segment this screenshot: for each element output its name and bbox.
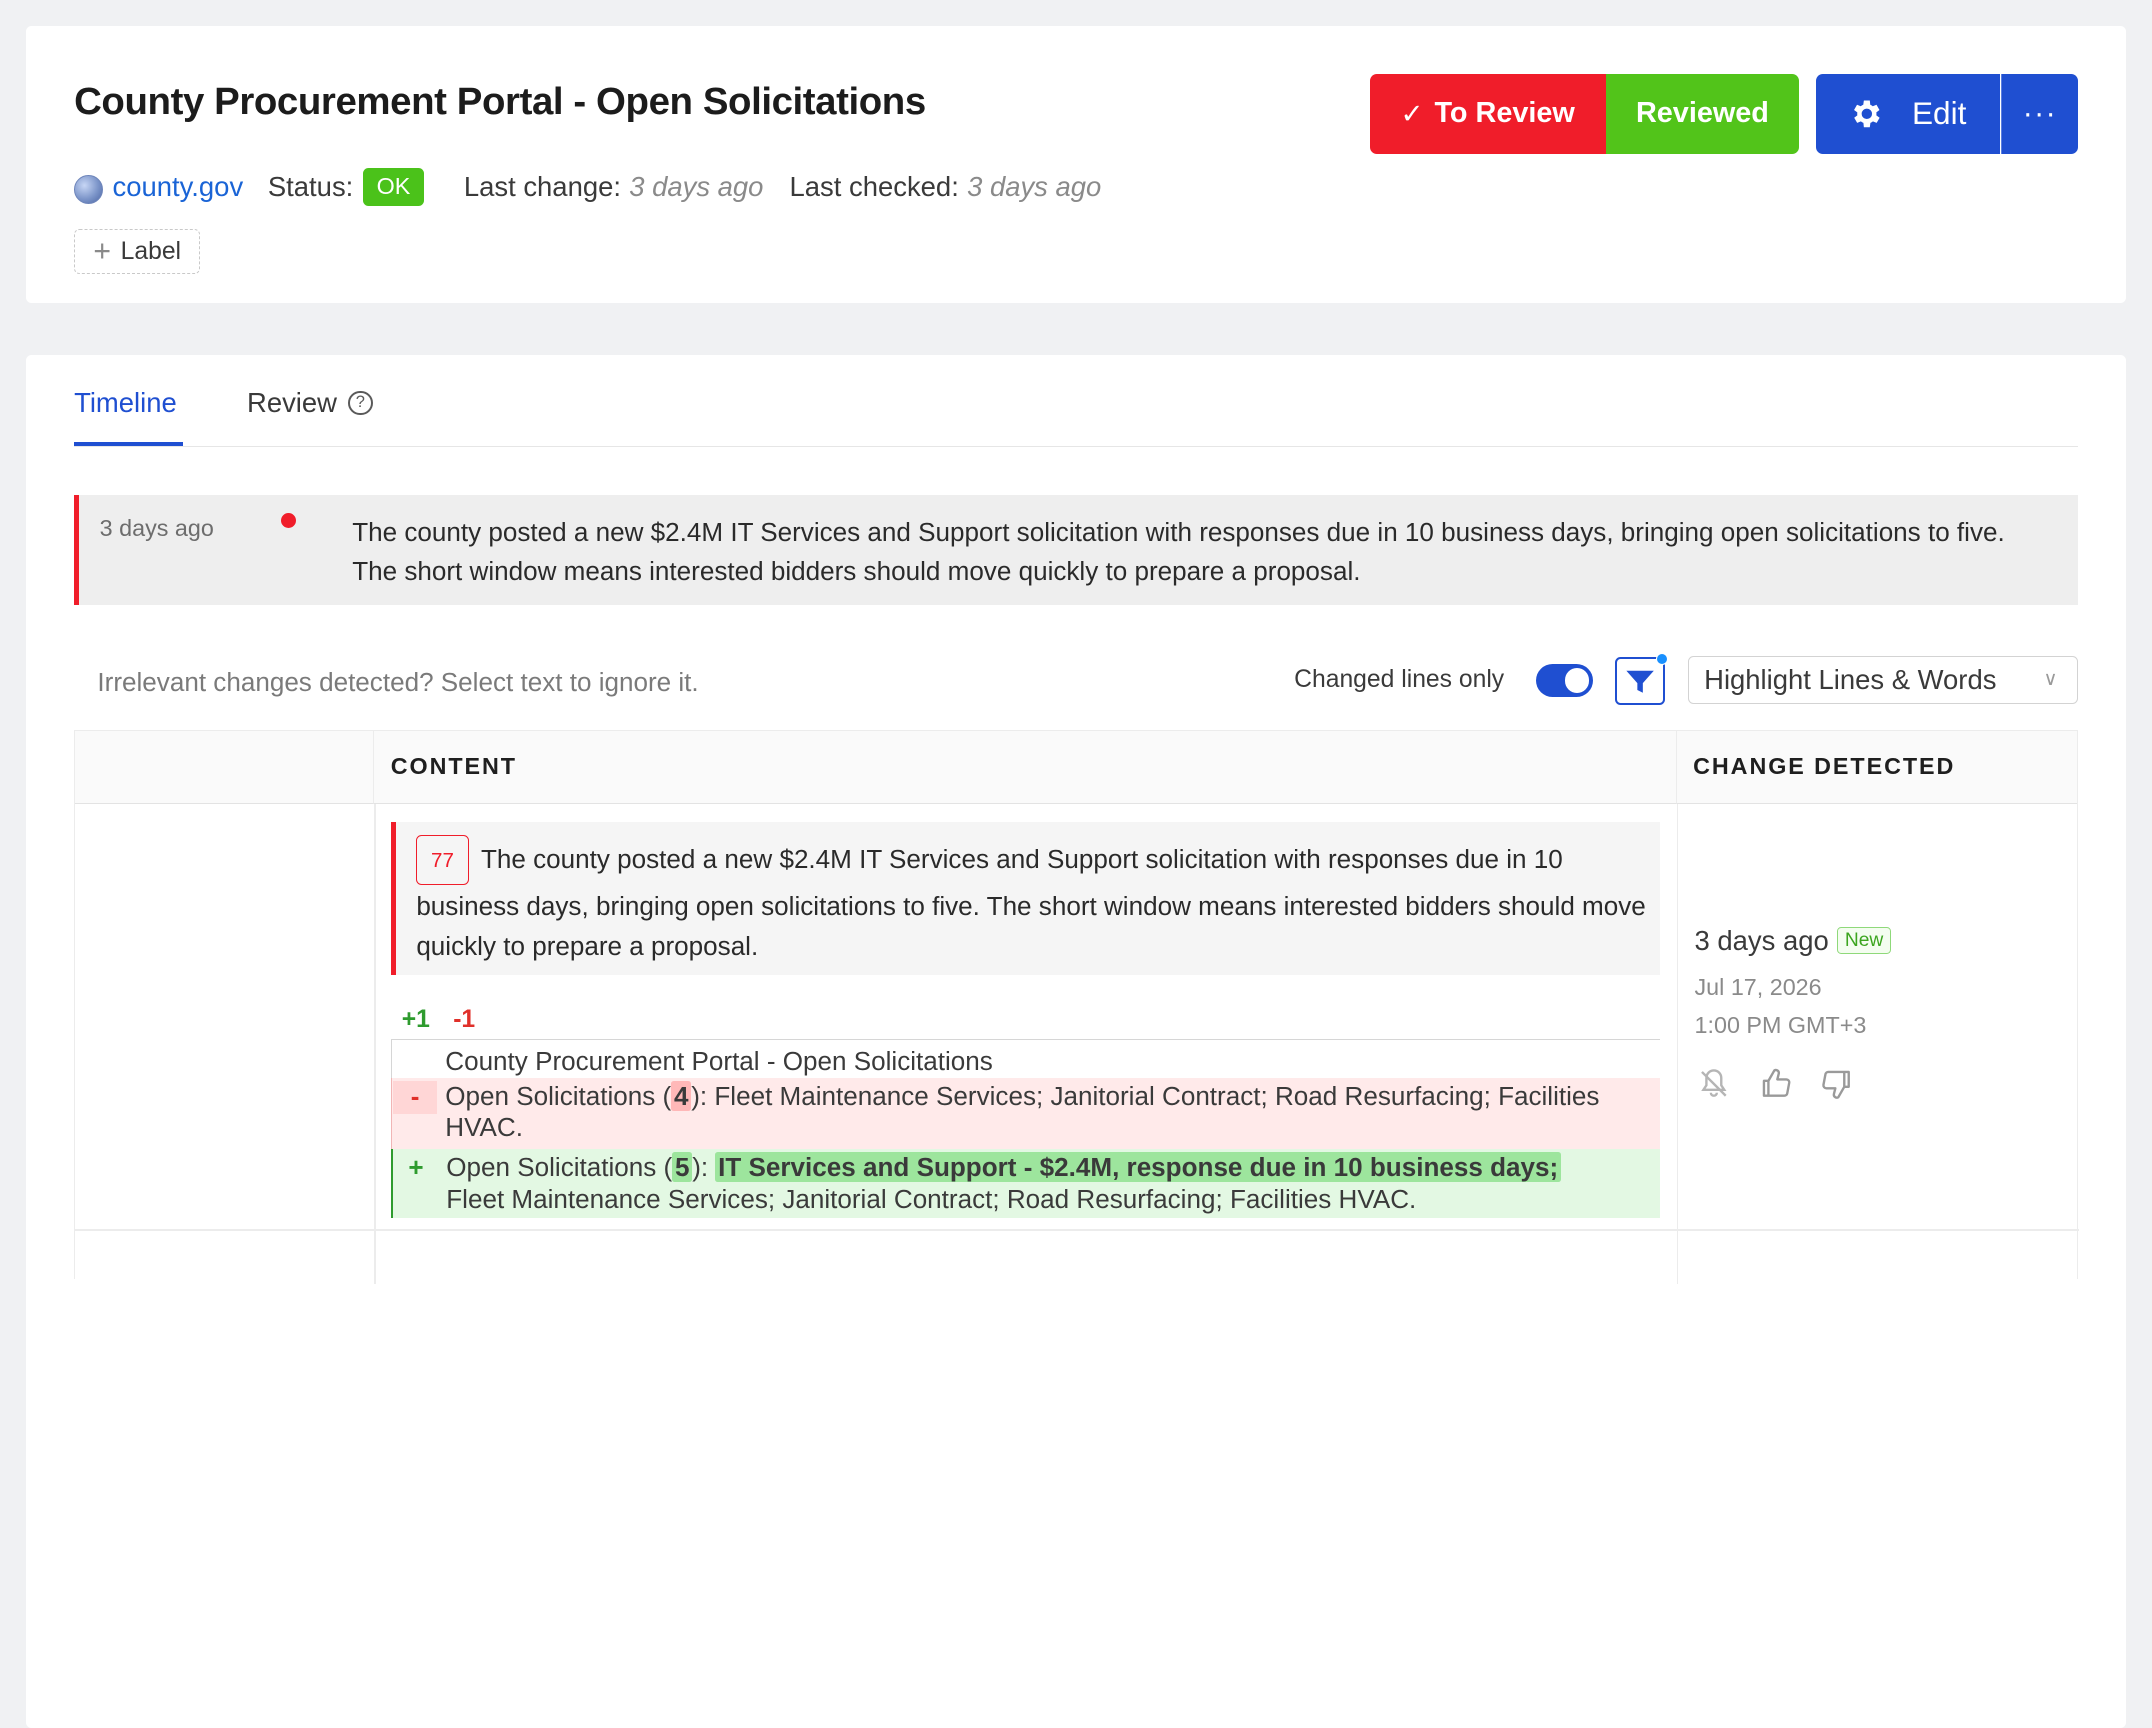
help-icon[interactable]: ? <box>347 390 373 416</box>
edit-label: Edit <box>1911 95 1967 132</box>
removed-prefix: Open Solicitations ( <box>445 1080 672 1111</box>
minus-icon: - <box>393 1080 437 1114</box>
added-mid: ): <box>692 1152 716 1182</box>
tab-timeline[interactable]: Timeline <box>74 387 177 419</box>
last-checked-value: 3 days ago <box>967 170 1102 202</box>
diff-removed-line[interactable]: - Open Solicitations (4): Fleet Maintena… <box>390 1077 1661 1150</box>
removed-lines-count: -1 <box>453 1005 476 1033</box>
chevron-down-icon: ∨ <box>2043 668 2058 690</box>
diff-view[interactable]: County Procurement Portal - Open Solicit… <box>390 1038 1661 1218</box>
column-divider <box>374 803 376 1285</box>
changed-lines-label: Changed lines only <box>1294 665 1505 693</box>
tab-timeline-label: Timeline <box>74 387 177 418</box>
tab-review-label: Review <box>247 387 337 418</box>
diff-added-line[interactable]: + Open Solicitations (5): IT Services an… <box>390 1149 1661 1218</box>
highlight-mode-value: Highlight Lines & Words <box>1704 664 1997 695</box>
added-prefix: Open Solicitations ( <box>446 1152 673 1182</box>
page-title: County Procurement Portal - Open Solicit… <box>74 79 926 123</box>
meta-row: county.gov Status: OK Last change: 3 day… <box>74 165 1127 209</box>
to-review-button[interactable]: ✓ To Review <box>1369 74 1606 154</box>
more-options-button[interactable]: ··· <box>2000 74 2078 154</box>
summary-time: 3 days ago <box>99 514 214 541</box>
diff-counts: +1 -1 <box>402 1006 475 1034</box>
change-text: The county posted a new $2.4M IT Service… <box>416 843 1646 961</box>
status-badge: OK <box>362 167 425 206</box>
added-lines-count: +1 <box>401 1005 430 1033</box>
reviewed-label: Reviewed <box>1635 97 1769 130</box>
change-count-badge: 77 <box>416 835 469 886</box>
to-review-label: To Review <box>1434 97 1575 130</box>
add-label-text: Label <box>120 237 182 265</box>
filter-button[interactable] <box>1615 652 1669 706</box>
column-header-change-detected: CHANGE DETECTED <box>1676 731 2078 804</box>
added-word: 5 <box>672 1152 693 1182</box>
changed-lines-toggle[interactable] <box>1535 664 1594 698</box>
last-checked-label: Last checked: <box>789 170 959 202</box>
detected-relative-time: 3 days ago New <box>1695 925 1892 957</box>
added-highlight: IT Services and Support - $2.4M, respons… <box>715 1152 1561 1182</box>
change-description: 77 The county posted a new $2.4M IT Servi… <box>390 821 1661 976</box>
detected-time: 1:00 PM GMT+3 <box>1694 1012 1867 1039</box>
tab-review[interactable]: Review ? <box>247 387 373 419</box>
context-text: County Procurement Portal - Open Solicit… <box>445 1046 993 1077</box>
summary-text: The county posted a new $2.4M IT Service… <box>352 517 2005 586</box>
change-summary: 3 days ago The county posted a new $2.4M… <box>74 495 2078 606</box>
timeline-card: Timeline Review ? 3 days ago The county … <box>26 355 2126 1728</box>
highlight-mode-select[interactable]: Highlight Lines & Words ∨ <box>1688 655 2078 705</box>
site-link[interactable]: county.gov <box>113 171 244 203</box>
new-badge: New <box>1837 927 1892 954</box>
last-change-label: Last change: <box>463 170 621 202</box>
last-change-value: 3 days ago <box>629 170 764 202</box>
column-header-empty <box>75 731 375 804</box>
filter-icon <box>1626 670 1654 693</box>
toggle-knob <box>1564 668 1590 694</box>
monitor-header-card: County Procurement Portal - Open Solicit… <box>26 26 2126 304</box>
globe-icon <box>74 174 103 204</box>
plus-icon: + <box>408 1152 424 1182</box>
edit-button[interactable]: Edit <box>1815 74 2000 154</box>
diff-context-line[interactable]: County Procurement Portal - Open Solicit… <box>390 1039 1660 1078</box>
ignore-hint: Irrelevant changes detected? Select text… <box>97 666 699 697</box>
added-rest: Fleet Maintenance Services; Janitorial C… <box>446 1183 1417 1214</box>
check-icon: ✓ <box>1400 97 1424 129</box>
changes-table: CONTENT CHANGE DETECTED 77 The county pos… <box>74 730 2079 1285</box>
plus-icon: + <box>93 234 112 268</box>
mute-bell-icon[interactable] <box>1695 1065 1733 1103</box>
filter-active-dot <box>1655 652 1669 665</box>
unread-dot-icon <box>280 513 296 529</box>
tab-bar: Timeline Review ? <box>74 355 2078 448</box>
thumbs-down-icon[interactable] <box>1818 1065 1856 1103</box>
detected-relative: 3 days ago <box>1694 924 1829 956</box>
removed-word: 4 <box>671 1080 692 1111</box>
gear-icon <box>1853 100 1880 128</box>
reviewed-button[interactable]: Reviewed <box>1605 74 1800 154</box>
thumbs-up-icon[interactable] <box>1756 1065 1794 1103</box>
column-divider <box>1676 803 1679 1285</box>
change-text-wrap: 77 The county posted a new $2.4M IT Servi… <box>416 835 1651 967</box>
row-divider <box>75 1229 2079 1231</box>
add-label-button[interactable]: + Label <box>74 229 201 275</box>
column-header-content: CONTENT <box>374 731 1677 804</box>
active-tab-indicator <box>74 441 183 446</box>
status-label: Status: <box>267 170 354 202</box>
change-actions <box>1695 1065 1880 1103</box>
detected-date: Jul 17, 2026 <box>1694 974 1822 1000</box>
